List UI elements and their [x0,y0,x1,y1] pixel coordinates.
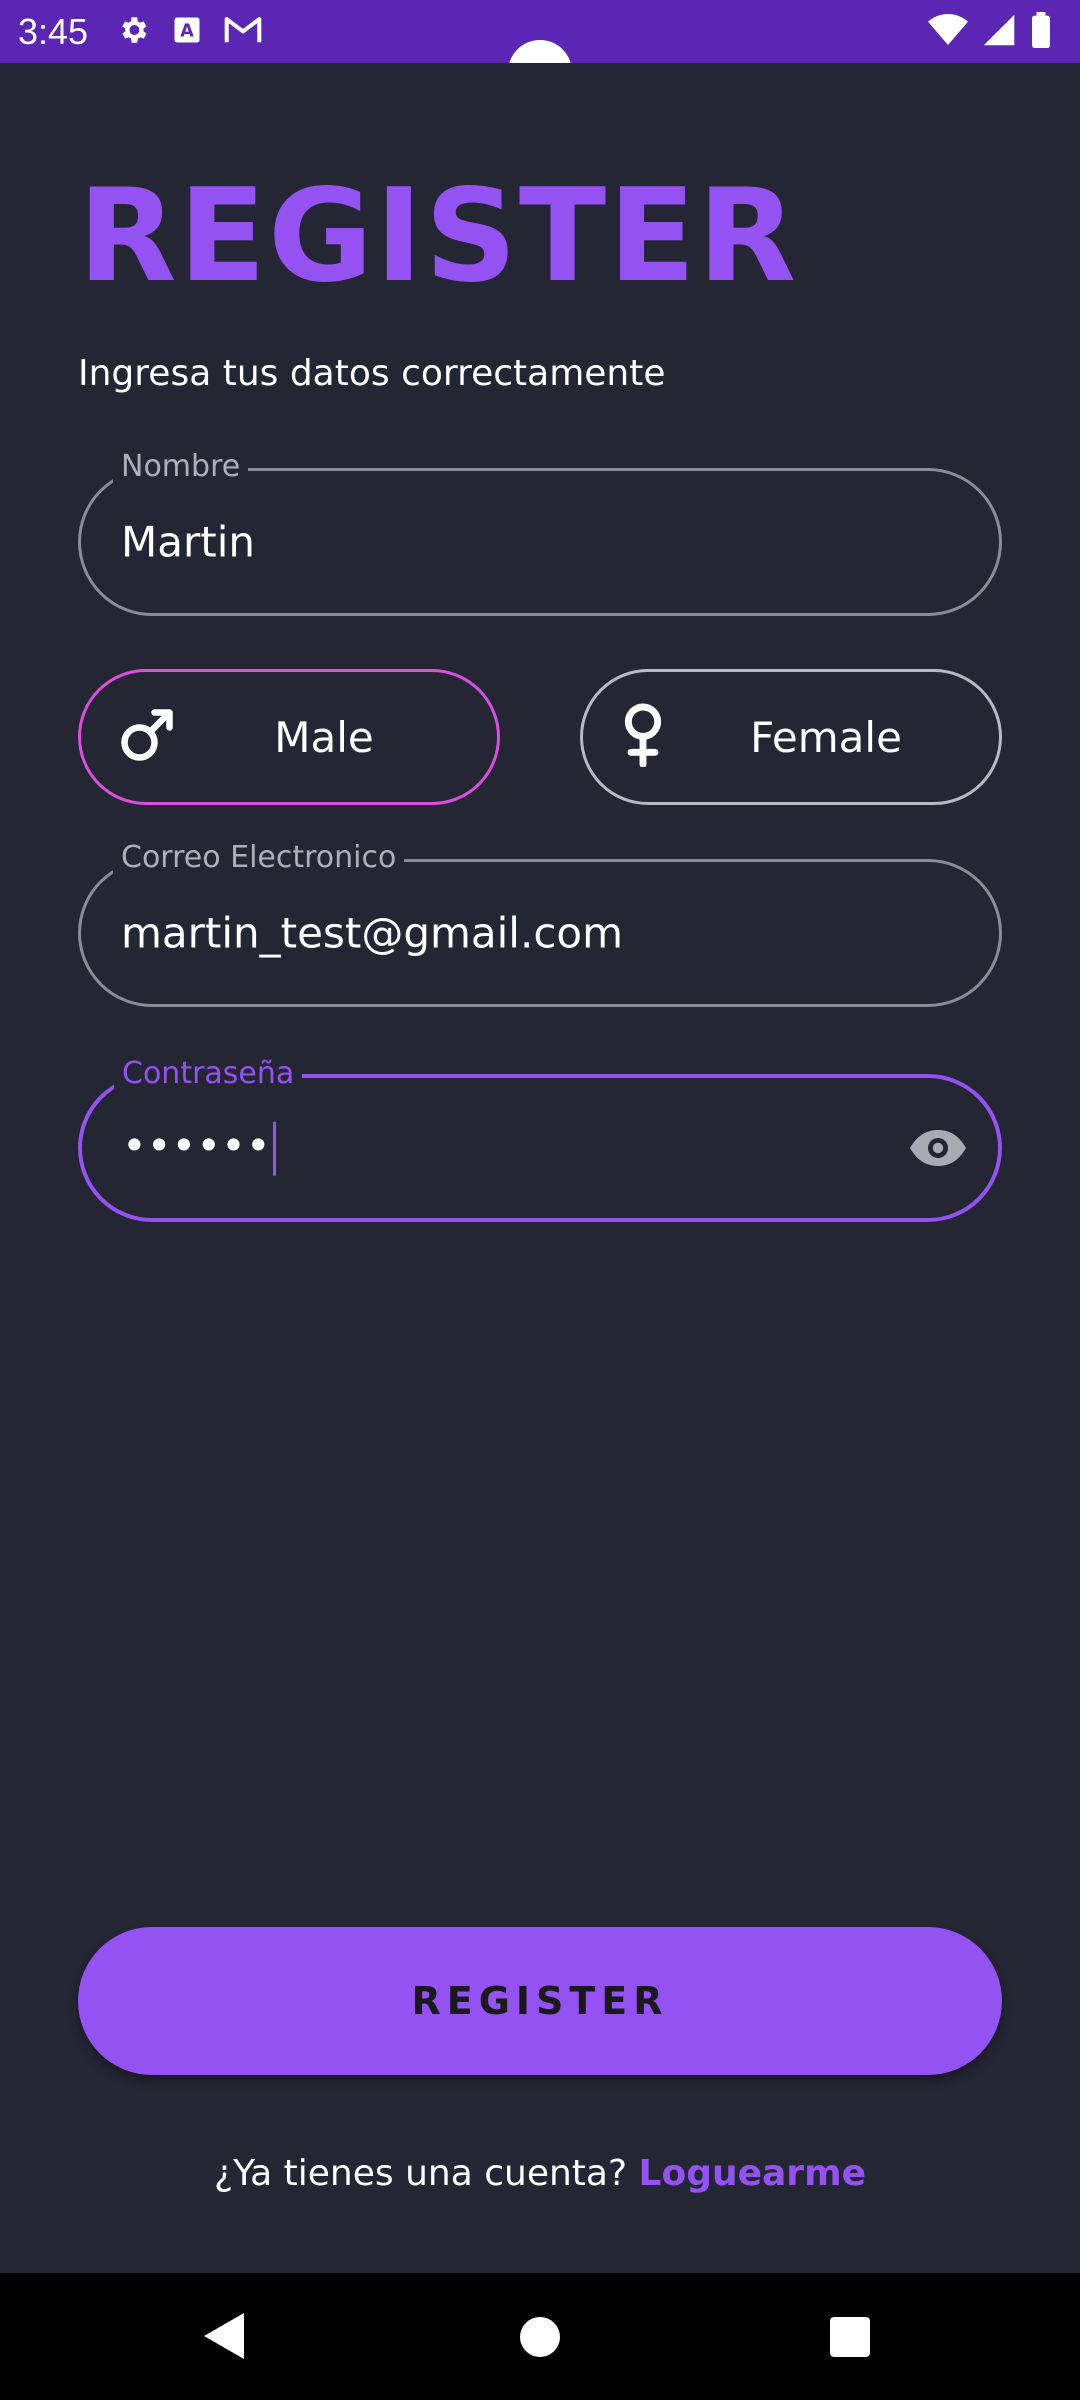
gear-icon [116,13,150,51]
login-link[interactable]: Loguearme [639,2153,866,2194]
back-icon[interactable] [204,2313,244,2363]
gender-female-button[interactable]: Female [580,669,1002,805]
eye-icon[interactable] [908,1128,968,1168]
status-left-icons: A [116,13,262,51]
recents-icon[interactable] [830,2317,870,2357]
gender-male-button[interactable]: Male [78,669,500,805]
login-prompt-row: ¿Ya tienes una cuenta? Loguearme [0,2153,1080,2194]
email-field-value: martin_test@gmail.com [121,908,624,958]
page-subtitle: Ingresa tus datos correctamente [78,353,666,394]
text-a-icon: A [172,15,202,49]
status-right-icons [928,12,1052,52]
name-field-value: Martin [121,517,255,567]
password-field-value: •••••• [122,1121,276,1176]
svg-text:A: A [180,21,194,41]
email-field-label: Correo Electronico [113,840,405,875]
page-title: REGISTER [78,162,799,311]
email-field[interactable]: Correo Electronico martin_test@gmail.com [78,840,1002,1007]
password-masked-text: •••••• [122,1120,271,1170]
home-icon[interactable] [520,2317,560,2357]
password-field[interactable]: Contraseña •••••• [78,1056,1002,1222]
register-screen: REGISTER Ingresa tus datos correctamente… [0,63,1080,2273]
male-icon [117,705,177,769]
name-field[interactable]: Nombre Martin [78,449,1002,616]
battery-icon [1030,12,1052,52]
system-nav-bar [0,2273,1080,2400]
text-cursor [272,1121,276,1176]
register-button-label: REGISTER [411,1979,669,2023]
register-button[interactable]: REGISTER [78,1927,1002,2075]
signal-icon [982,13,1016,51]
login-prompt-text: ¿Ya tienes una cuenta? [214,2153,628,2194]
status-time: 3:45 [18,10,89,52]
wifi-icon [928,13,968,51]
password-field-label: Contraseña [114,1056,303,1091]
female-icon [619,703,667,771]
gmail-icon [224,15,262,49]
name-field-label: Nombre [113,449,249,484]
